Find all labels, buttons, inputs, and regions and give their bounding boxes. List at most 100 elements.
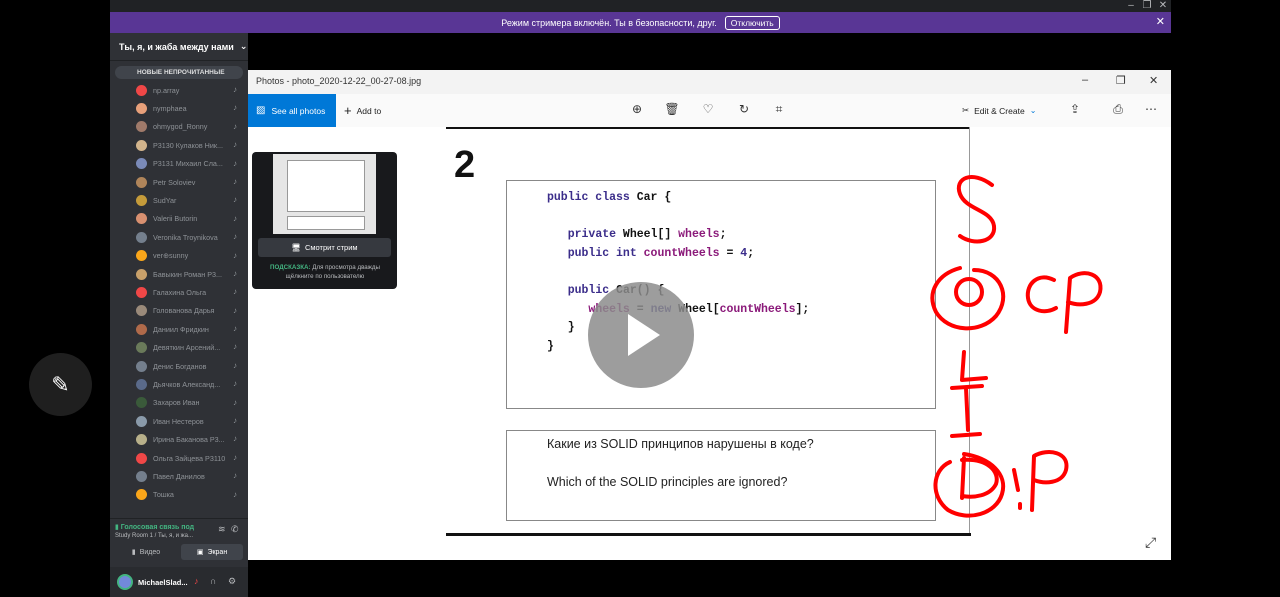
voice-user[interactable]: Галахина Ольга ♪ (110, 283, 248, 301)
user-panel: MichaelSlad... ♪ ∩ ⚙ (110, 567, 248, 597)
server-header[interactable]: Ты, я, и жаба между нами ⌄ (110, 33, 248, 61)
see-all-photos-button[interactable]: ▨ See all photos (248, 94, 336, 127)
expand-icon[interactable]: ⤢ (1145, 534, 1156, 551)
user-name: Petr Soloviev (153, 177, 196, 187)
voice-user[interactable]: Денис Богданов ♪ (110, 357, 248, 375)
avatar (136, 231, 147, 243)
share-icon[interactable]: ⇪ (1067, 102, 1083, 116)
rotate-icon[interactable]: ↻ (736, 102, 752, 116)
avatar (136, 250, 147, 262)
mic-muted-icon: ♪ (233, 342, 237, 352)
photos-app-window: Photos - photo_2020-12-22_00-27-08.jpg –… (248, 70, 1171, 560)
crop-icon[interactable]: ⌗ (771, 102, 787, 117)
avatar (136, 305, 147, 317)
code-box: public class Car { private Wheel[] wheel… (506, 180, 936, 409)
cp-p-stroke (1064, 271, 1103, 334)
letter-l-stroke (960, 350, 988, 382)
mic-muted-icon: ♪ (233, 452, 237, 462)
voice-user[interactable]: P3130 Кулаков Ник... ♪ (110, 136, 248, 154)
restore-icon[interactable]: ❐ (1116, 74, 1126, 87)
stream-thumbnail[interactable] (273, 154, 376, 234)
mic-muted-icon: ♪ (233, 471, 237, 481)
discord-window: – ❐ ✕ Режим стримера включён. Ты в безоп… (110, 0, 1171, 597)
screen-share-button[interactable]: ▣ Экран (181, 544, 243, 560)
voice-user[interactable]: Захаров Иван ♪ (110, 394, 248, 412)
play-button[interactable] (588, 282, 694, 388)
server-name: Ты, я, и жаба между нами (119, 41, 234, 52)
disable-streamer-mode-button[interactable]: Отключить (724, 15, 780, 30)
user-name: Valerii Butorin (153, 214, 198, 224)
user-name: P3130 Кулаков Ник... (153, 140, 223, 150)
d-exclaim-stroke (1012, 468, 1022, 510)
photos-title-bar: Photos - photo_2020-12-22_00-27-08.jpg –… (248, 70, 1171, 94)
add-to-button[interactable]: + Add to (344, 94, 381, 127)
mic-muted-icon: ♪ (233, 434, 237, 444)
voice-user[interactable]: Девяткин Арсений... ♪ (110, 338, 248, 356)
new-unread-pill[interactable]: НОВЫЕ НЕПРОЧИТАННЫЕ (115, 66, 243, 79)
voice-user[interactable]: Бавыкин Роман Р3... ♪ (110, 265, 248, 283)
letter-s-stroke (956, 175, 997, 244)
user-name: Veronika Troynikova (153, 232, 218, 242)
mic-muted-icon: ♪ (233, 416, 237, 426)
voice-user[interactable]: ver⊕sunny ♪ (110, 247, 248, 265)
photo-icon: ▨ (256, 105, 266, 116)
photos-toolbar: ▨ See all photos + Add to ⊕ 🗑 ♡ ↻ ⌗ ✂ Ed… (248, 94, 1171, 127)
voice-status[interactable]: ▮ Голосовая связь под (115, 523, 194, 531)
stream-view[interactable]: Photos - photo_2020-12-22_00-27-08.jpg –… (248, 33, 1171, 597)
maximize-icon[interactable]: ❐ (1139, 0, 1155, 12)
voice-user[interactable]: Даниил Фридкин ♪ (110, 320, 248, 338)
print-icon[interactable]: ⎙ (1110, 102, 1126, 117)
user-name: P3131 Михаил Сла... (153, 159, 223, 169)
voice-user[interactable]: np.array ♪ (110, 81, 248, 99)
pencil-icon: ✎ (51, 371, 70, 397)
voice-user[interactable]: Иван Нестеров ♪ (110, 412, 248, 430)
headphones-icon[interactable]: ∩ (210, 576, 216, 586)
mic-muted-icon[interactable]: ♪ (194, 576, 199, 586)
close-icon[interactable]: ✕ (1149, 74, 1158, 87)
voice-user[interactable]: nymphaea ♪ (110, 99, 248, 117)
voice-user[interactable]: P3131 Михаил Сла... ♪ (110, 155, 248, 173)
voice-user[interactable]: Ирина Баканова Р3... ♪ (110, 430, 248, 448)
voice-user[interactable]: Голованова Дарья ♪ (110, 302, 248, 320)
favorite-icon[interactable]: ♡ (700, 102, 716, 116)
user-name: Девяткин Арсений... (153, 343, 221, 353)
close-icon[interactable]: ✕ (1156, 15, 1165, 28)
delete-icon[interactable]: 🗑 (664, 102, 680, 116)
user-name: Бавыкин Роман Р3... (153, 269, 222, 279)
voice-user[interactable]: Павел Данилов ♪ (110, 467, 248, 485)
user-name: np.array (153, 85, 180, 95)
minimize-icon[interactable]: – (1123, 0, 1139, 12)
title-bar: – ❐ ✕ (110, 0, 1171, 12)
avatar (136, 397, 147, 409)
avatar (136, 434, 147, 446)
voice-user[interactable]: Тошка ♪ (110, 486, 248, 504)
voice-user[interactable]: Дьячков Александ... ♪ (110, 375, 248, 393)
mic-muted-icon: ♪ (233, 85, 237, 94)
video-button[interactable]: ▮ Видео (115, 544, 177, 560)
watch-stream-button[interactable]: 🖥 Смотрит стрим (258, 238, 391, 257)
mic-muted-icon: ♪ (233, 176, 237, 186)
voice-connection-panel: ▮ Голосовая связь под Study Room 1 / Ты,… (110, 518, 248, 564)
noise-suppression-icon[interactable]: ≋ (218, 524, 226, 535)
voice-user[interactable]: ohmygod_Ronny ♪ (110, 118, 248, 136)
disconnect-icon[interactable]: ✆ (231, 524, 239, 535)
question-english: Which of the SOLID principles are ignore… (547, 475, 788, 489)
settings-gear-icon[interactable]: ⚙ (228, 576, 236, 587)
more-icon[interactable]: ⋯ (1143, 102, 1159, 116)
avatar[interactable] (117, 574, 133, 590)
voice-user[interactable]: Valerii Butorin ♪ (110, 210, 248, 228)
letter-d-stroke (960, 456, 999, 500)
mic-muted-icon: ♪ (233, 140, 237, 150)
voice-user[interactable]: Petr Soloviev ♪ (110, 173, 248, 191)
voice-user[interactable]: Veronika Troynikova ♪ (110, 228, 248, 246)
voice-user[interactable]: SudYar ♪ (110, 191, 248, 209)
close-icon[interactable]: ✕ (1155, 0, 1171, 12)
mic-muted-icon: ♪ (233, 232, 237, 242)
edit-create-button[interactable]: ✂ Edit & Create ⌄ (962, 94, 1036, 127)
streamer-mode-banner: Режим стримера включён. Ты в безопасност… (110, 12, 1171, 33)
voice-user[interactable]: Ольга Зайцева Р3110 ♪ (110, 449, 248, 467)
zoom-icon[interactable]: ⊕ (629, 102, 645, 116)
avatar (136, 286, 147, 298)
minimize-icon[interactable]: – (1082, 74, 1088, 86)
pencil-edit-button[interactable]: ✎ (29, 353, 92, 416)
